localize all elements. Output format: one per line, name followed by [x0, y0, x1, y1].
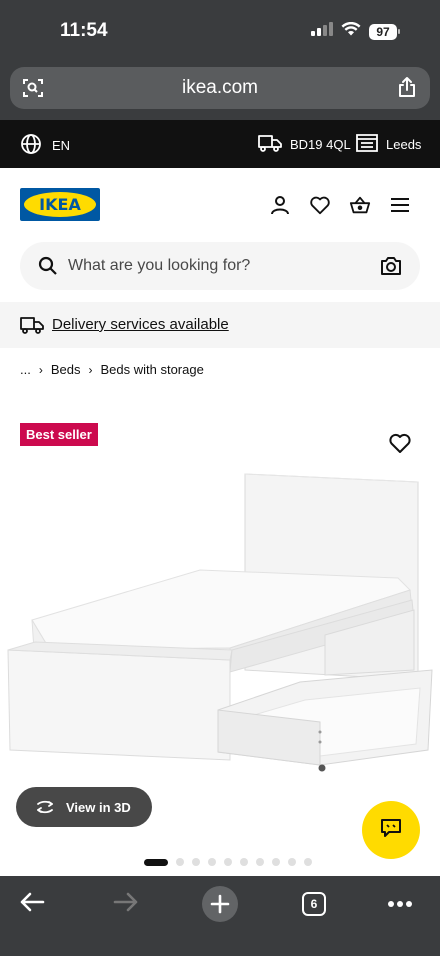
chat-icon	[380, 817, 402, 844]
heart-icon[interactable]	[388, 431, 412, 455]
image-pagination	[144, 858, 312, 866]
delivery-link[interactable]: Delivery services available	[52, 316, 229, 333]
profile-icon[interactable]	[269, 194, 291, 216]
postcode-selector[interactable]: BD19 4QL	[258, 133, 351, 156]
breadcrumb-ellipsis[interactable]: ...	[20, 362, 31, 377]
view-in-3d-button[interactable]: View in 3D	[16, 787, 152, 827]
language-label: EN	[52, 138, 71, 153]
logo-text: IKEA	[39, 195, 81, 214]
pagination-dot-active[interactable]	[144, 858, 168, 866]
new-tab-button[interactable]	[202, 886, 238, 922]
pagination-dot[interactable]	[224, 858, 232, 866]
pagination-dot[interactable]	[240, 858, 248, 866]
postcode-label: BD19 4QL	[290, 137, 351, 152]
wifi-icon	[341, 21, 361, 41]
menu-icon[interactable]	[389, 194, 411, 216]
browser-chrome: ikea.com	[0, 62, 440, 120]
status-bar: 11:54 97	[0, 0, 440, 62]
signal-icon	[311, 22, 333, 41]
pagination-dot[interactable]	[288, 858, 296, 866]
back-button[interactable]	[14, 886, 50, 922]
store-label: Leeds	[386, 137, 422, 152]
tab-search-icon[interactable]	[22, 77, 44, 99]
tab-count: 6	[302, 892, 326, 916]
share-icon[interactable]	[396, 76, 418, 98]
status-indicators: 97	[311, 21, 400, 41]
page: 11:54 97 ikea.com EN BD19 4QL Leeds IKEA…	[0, 0, 440, 956]
breadcrumb: ... › Beds › Beds with storage	[20, 362, 204, 377]
basket-icon[interactable]	[349, 194, 371, 216]
battery-level: 97	[369, 23, 397, 40]
chevron-right-icon: ›	[38, 362, 43, 377]
breadcrumb-item-beds[interactable]: Beds	[51, 362, 81, 377]
delivery-truck-icon	[20, 315, 44, 335]
chat-button[interactable]	[362, 801, 420, 859]
arrow-right-icon	[113, 891, 139, 918]
language-selector[interactable]: EN	[20, 133, 70, 158]
plus-icon	[202, 886, 238, 922]
pagination-dot[interactable]	[176, 858, 184, 866]
utility-bar: EN BD19 4QL Leeds	[0, 120, 440, 168]
browser-toolbar: 6	[0, 876, 440, 956]
ikea-logo[interactable]: IKEA	[20, 188, 100, 221]
view-in-3d-label: View in 3D	[66, 799, 131, 815]
address-bar[interactable]: ikea.com	[10, 67, 430, 109]
tab-switcher-button[interactable]: 6	[296, 886, 332, 922]
search-icon	[38, 256, 58, 276]
pagination-dot[interactable]	[304, 858, 312, 866]
best-seller-badge: Best seller	[20, 423, 98, 446]
store-selector[interactable]: Leeds	[356, 133, 421, 156]
camera-icon[interactable]	[380, 255, 402, 277]
forward-button[interactable]	[108, 886, 144, 922]
url-text: ikea.com	[181, 77, 259, 98]
store-icon	[356, 133, 378, 156]
pagination-dot[interactable]	[256, 858, 264, 866]
search-bar[interactable]	[20, 242, 420, 290]
battery-icon: 97	[369, 23, 400, 40]
more-dots-icon	[387, 895, 413, 913]
pagination-dot[interactable]	[208, 858, 216, 866]
search-input[interactable]	[68, 242, 368, 290]
pagination-dot[interactable]	[272, 858, 280, 866]
delivery-truck-icon	[258, 133, 282, 156]
status-time: 11:54	[60, 20, 108, 41]
heart-icon[interactable]	[309, 194, 331, 216]
chevron-right-icon: ›	[88, 362, 93, 377]
globe-icon	[20, 133, 42, 158]
pagination-dot[interactable]	[192, 858, 200, 866]
rotate-3d-icon	[34, 799, 56, 815]
site-header: IKEA	[0, 168, 440, 240]
arrow-left-icon	[19, 891, 45, 918]
breadcrumb-item-beds-with-storage[interactable]: Beds with storage	[100, 362, 203, 377]
delivery-banner[interactable]: Delivery services available	[0, 302, 440, 348]
more-button[interactable]	[382, 886, 418, 922]
